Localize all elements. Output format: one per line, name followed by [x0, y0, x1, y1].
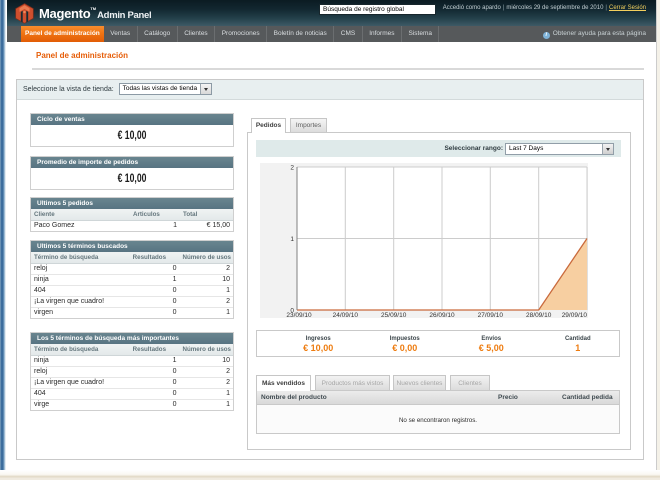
svg-text:1: 1	[290, 236, 294, 243]
svg-text:26/09/10: 26/09/10	[429, 312, 455, 318]
svg-text:29/09/10: 29/09/10	[562, 312, 588, 318]
svg-text:28/09/10: 28/09/10	[526, 312, 552, 318]
svg-text:2: 2	[290, 165, 294, 172]
svg-text:27/09/10: 27/09/10	[478, 312, 504, 318]
svg-text:25/09/10: 25/09/10	[381, 312, 407, 318]
svg-text:24/09/10: 24/09/10	[333, 312, 359, 318]
svg-text:23/09/10: 23/09/10	[286, 312, 312, 318]
